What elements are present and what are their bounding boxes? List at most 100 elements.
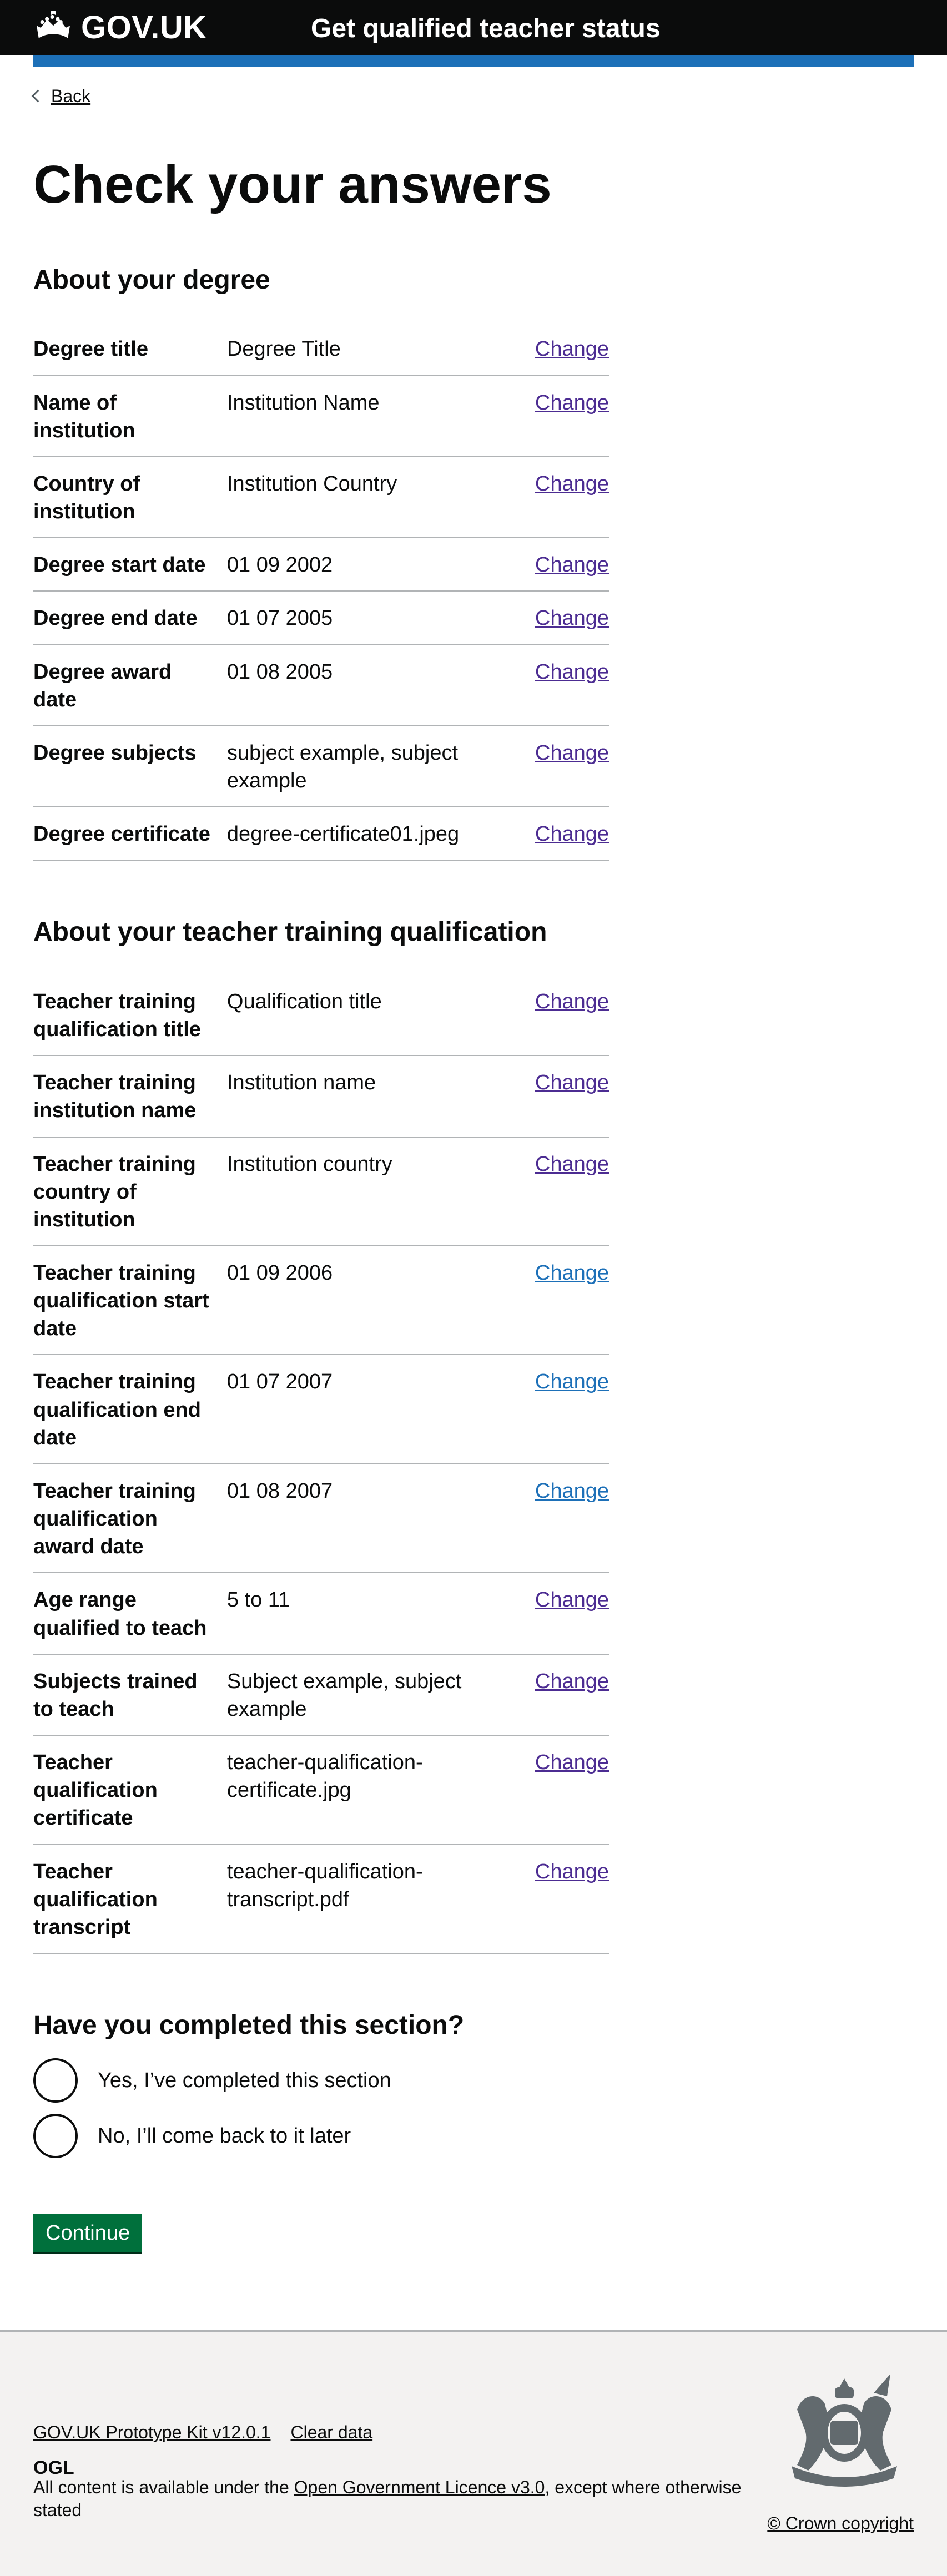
change-link[interactable]: Change: [535, 391, 609, 415]
site-header: GOV.UK Get qualified teacher status: [0, 0, 947, 55]
change-link[interactable]: Change: [535, 1261, 609, 1285]
change-link[interactable]: Change: [535, 822, 609, 846]
page-title: Check your answers: [33, 155, 552, 215]
summary-row: Teacher qualification transcript teacher…: [33, 1845, 609, 1954]
summary-key: Teacher training qualification title: [33, 989, 201, 1042]
change-link[interactable]: Change: [535, 1751, 609, 1774]
prototype-kit-link[interactable]: GOV.UK Prototype Kit v12.0.1: [33, 2421, 270, 2444]
summary-row: Teacher training qualification award dat…: [33, 1464, 609, 1574]
summary-row: Teacher qualification certificate teache…: [33, 1736, 609, 1845]
crown-copyright: © Crown copyright: [767, 2512, 914, 2535]
change-link[interactable]: Change: [535, 990, 609, 1013]
summary-key: Age range qualified to teach: [33, 1588, 207, 1640]
summary-row: Teacher training country of institution …: [33, 1138, 609, 1247]
royal-coat-of-arms-icon: [792, 2373, 897, 2487]
summary-key: Teacher training qualification award dat…: [33, 1479, 196, 1559]
change-link[interactable]: Change: [535, 1370, 609, 1393]
summary-value: teacher-qualification-transcript.pdf: [226, 1860, 423, 1911]
summary-value: 01 09 2002: [226, 553, 333, 577]
summary-value: Institution name: [226, 1071, 376, 1095]
change-link[interactable]: Change: [535, 660, 609, 684]
summary-value: 01 07 2007: [226, 1370, 333, 1394]
change-link[interactable]: Change: [535, 1670, 609, 1693]
summary-key: Name of institution: [33, 391, 135, 442]
crown-copyright-link[interactable]: © Crown copyright: [767, 2513, 914, 2533]
change-link[interactable]: Change: [535, 1071, 609, 1094]
summary-value: 01 09 2006: [226, 1261, 333, 1285]
radio-label[interactable]: Yes, I’ve completed this section: [98, 2067, 391, 2094]
summary-value: 01 08 2005: [226, 660, 333, 684]
summary-row: Subjects trained to teach Subject exampl…: [33, 1655, 609, 1736]
summary-key: Country of institution: [33, 472, 140, 524]
summary-key: Subjects trained to teach: [33, 1669, 198, 1721]
licence-text: All content is available under the Open …: [33, 2476, 755, 2522]
radio-button[interactable]: [33, 2113, 78, 2158]
govuk-logo-link[interactable]: GOV.UK: [33, 7, 206, 49]
change-link[interactable]: Change: [535, 1860, 609, 1883]
summary-row: Teacher training institution name Instit…: [33, 1056, 609, 1138]
completion-legend: Have you completed this section?: [33, 2010, 465, 2040]
change-link[interactable]: Change: [535, 741, 609, 765]
service-name[interactable]: Get qualified teacher status: [311, 11, 661, 46]
header-accent-bar: [33, 55, 914, 67]
summary-key: Teacher training country of institution: [33, 1152, 196, 1231]
degree-summary-list: Degree title Degree Title Change Name of…: [33, 322, 609, 861]
summary-key: Teacher training qualification end date: [33, 1370, 201, 1449]
radio-label[interactable]: No, I’ll come back to it later: [98, 2122, 351, 2150]
summary-row: Degree subjects subject example, subject…: [33, 726, 609, 808]
ogl-logo-text: OGL: [33, 2457, 74, 2476]
footer-links: GOV.UK Prototype Kit v12.0.1 Clear data: [33, 2421, 372, 2444]
summary-value: Subject example, subject example: [226, 1669, 462, 1721]
summary-row: Degree title Degree Title Change: [33, 322, 609, 376]
summary-row: Age range qualified to teach 5 to 11 Cha…: [33, 1573, 609, 1655]
summary-value: Institution country: [226, 1152, 392, 1176]
licence-prefix: All content is available under the: [33, 2477, 294, 2497]
summary-key: Degree award date: [33, 660, 172, 711]
summary-value: Institution Name: [226, 391, 380, 415]
change-link[interactable]: Change: [535, 472, 609, 496]
change-link[interactable]: Change: [535, 1479, 609, 1503]
change-link[interactable]: Change: [535, 607, 609, 630]
summary-value: 01 08 2007: [226, 1479, 333, 1503]
summary-value: subject example, subject example: [226, 741, 459, 793]
radio-button[interactable]: [33, 2058, 78, 2103]
training-section-title: About your teacher training qualificatio…: [33, 917, 547, 947]
degree-section-title: About your degree: [33, 265, 270, 295]
change-link[interactable]: Change: [535, 553, 609, 577]
clear-data-link[interactable]: Clear data: [290, 2421, 372, 2444]
change-link[interactable]: Change: [535, 1588, 609, 1612]
summary-row: Name of institution Institution Name Cha…: [33, 376, 609, 457]
summary-value: 01 07 2005: [226, 607, 333, 630]
summary-row: Teacher training qualification start dat…: [33, 1246, 609, 1356]
site-footer: GOV.UK Prototype Kit v12.0.1 Clear data …: [0, 2329, 947, 2576]
back-link-label: Back: [51, 86, 91, 106]
summary-row: Teacher training qualification end date …: [33, 1355, 609, 1464]
summary-value: Institution Country: [226, 472, 397, 496]
summary-key: Degree start date: [33, 553, 206, 577]
summary-key: Teacher qualification transcript: [33, 1860, 158, 1939]
summary-value: 5 to 11: [226, 1588, 290, 1612]
summary-key: Teacher training institution name: [33, 1071, 197, 1123]
summary-row: Degree start date 01 09 2002 Change: [33, 538, 609, 592]
open-government-licence-link[interactable]: Open Government Licence v3.0: [294, 2477, 545, 2497]
crown-icon: [37, 11, 70, 38]
summary-value: Degree Title: [226, 337, 341, 361]
radio-completed-no[interactable]: No, I’ll come back to it later: [33, 2113, 914, 2158]
training-summary-list: Teacher training qualification title Qua…: [33, 975, 609, 1954]
radio-completed-yes[interactable]: Yes, I’ve completed this section: [33, 2058, 914, 2103]
change-link[interactable]: Change: [535, 1153, 609, 1176]
summary-value: degree-certificate01.jpeg: [226, 822, 460, 846]
summary-row: Degree certificate degree-certificate01.…: [33, 807, 609, 861]
ogl-logo-icon: OGL: [33, 2457, 74, 2476]
back-link[interactable]: Back: [31, 84, 91, 108]
summary-row: Teacher training qualification title Qua…: [33, 975, 609, 1057]
change-link[interactable]: Change: [535, 337, 609, 361]
summary-row: Country of institution Institution Count…: [33, 457, 609, 539]
summary-key: Degree subjects: [33, 741, 197, 765]
summary-key: Degree certificate: [33, 822, 210, 846]
summary-row: Degree end date 01 07 2005 Change: [33, 592, 609, 645]
summary-key: Degree end date: [33, 607, 198, 630]
main-content: Back Check your answers About your degre…: [0, 67, 947, 2330]
continue-button[interactable]: Continue: [33, 2213, 143, 2252]
logo-text: GOV.UK: [81, 9, 207, 46]
